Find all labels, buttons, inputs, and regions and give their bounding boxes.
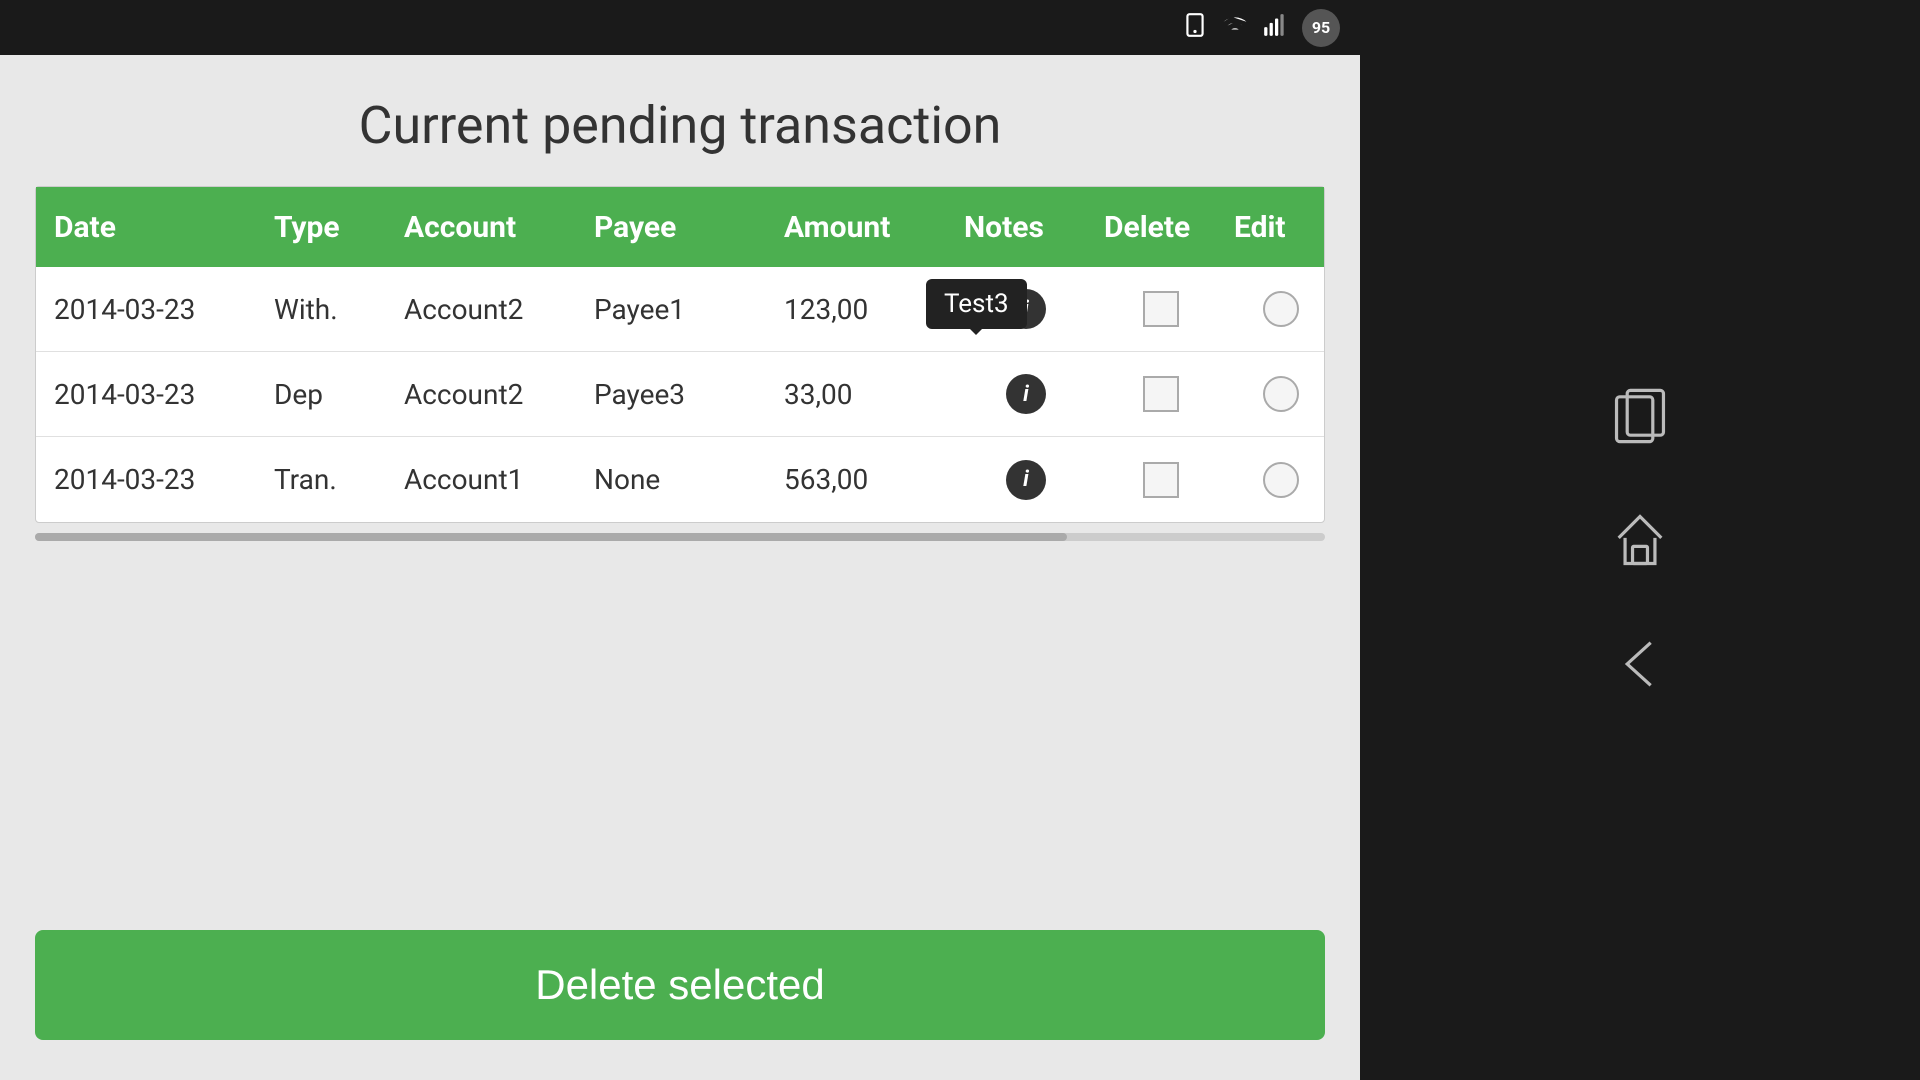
header-date: Date (46, 210, 266, 245)
row1-date: 2014-03-23 (46, 293, 266, 326)
info-icon: i (1023, 467, 1029, 492)
row3-amount: 563,00 (776, 463, 956, 496)
row2-info-button[interactable]: i (1006, 374, 1046, 414)
row3-edit-radio[interactable] (1263, 462, 1299, 498)
row3-delete-checkbox[interactable] (1143, 462, 1179, 498)
row2-edit-radio[interactable] (1263, 376, 1299, 412)
battery-indicator: 95 (1302, 9, 1340, 47)
tooltip-test3: Test3 (926, 279, 1027, 329)
row1-edit-radio[interactable] (1263, 291, 1299, 327)
main-screen: 95 Current pending transaction Date Type… (0, 0, 1360, 1080)
wifi-icon (1222, 12, 1248, 43)
delete-selected-button[interactable]: Delete selected (35, 930, 1325, 1040)
row1-type: With. (266, 293, 396, 326)
recent-apps-icon[interactable] (1608, 384, 1672, 448)
scrollbar-area[interactable] (35, 533, 1325, 541)
page-title: Current pending transaction (359, 95, 1002, 156)
header-amount: Amount (776, 210, 956, 245)
row3-payee: None (586, 463, 776, 496)
header-delete: Delete (1096, 210, 1226, 245)
table-row: 2014-03-23 Tran. Account1 None 563,00 i (36, 437, 1324, 522)
row3-info-button[interactable]: i (1006, 460, 1046, 500)
row2-delete-cell (1096, 376, 1226, 412)
row2-type: Dep (266, 378, 396, 411)
table-header: Date Type Account Payee Amount Notes Del… (36, 187, 1324, 267)
row2-delete-checkbox[interactable] (1143, 376, 1179, 412)
header-edit: Edit (1226, 210, 1336, 245)
header-payee: Payee (586, 210, 776, 245)
row1-delete-checkbox[interactable] (1143, 291, 1179, 327)
row2-amount: 33,00 (776, 378, 956, 411)
header-notes: Notes (956, 210, 1096, 245)
nav-buttons (1608, 384, 1672, 696)
row3-notes-cell: i (956, 460, 1096, 500)
row2-payee: Payee3 (586, 378, 776, 411)
table-row: 2014-03-23 Dep Account2 Payee3 33,00 i (36, 352, 1324, 437)
row1-edit-cell (1226, 291, 1336, 327)
row3-type: Tran. (266, 463, 396, 496)
scrollbar-thumb[interactable] (35, 533, 1067, 541)
status-bar: 95 (0, 0, 1360, 55)
row3-edit-cell (1226, 462, 1336, 498)
row1-account: Account2 (396, 293, 586, 326)
signal-icon (1262, 12, 1288, 43)
row2-notes-cell: i (956, 374, 1096, 414)
back-icon[interactable] (1608, 632, 1672, 696)
row3-delete-cell (1096, 462, 1226, 498)
row1-delete-cell (1096, 291, 1226, 327)
row2-account: Account2 (396, 378, 586, 411)
row1-payee: Payee1 (586, 293, 776, 326)
info-icon: i (1023, 382, 1029, 407)
home-icon[interactable] (1608, 508, 1672, 572)
header-type: Type (266, 210, 396, 245)
row2-date: 2014-03-23 (46, 378, 266, 411)
row1-notes-cell: i Test3 (956, 289, 1096, 329)
table-row: 2014-03-23 With. Account2 Payee1 123,00 … (36, 267, 1324, 352)
side-panel (1360, 0, 1920, 1080)
row3-date: 2014-03-23 (46, 463, 266, 496)
transactions-table: Date Type Account Payee Amount Notes Del… (35, 186, 1325, 523)
header-account: Account (396, 210, 586, 245)
row3-account: Account1 (396, 463, 586, 496)
row2-edit-cell (1226, 376, 1336, 412)
phone-icon (1182, 12, 1208, 43)
